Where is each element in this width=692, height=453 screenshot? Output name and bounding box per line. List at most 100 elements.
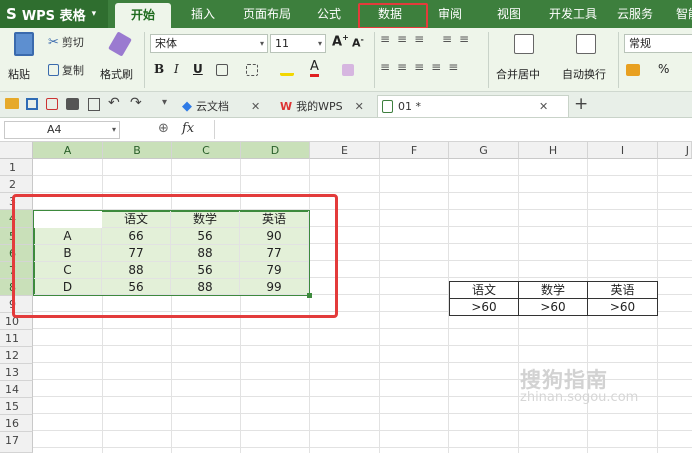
row-header[interactable]: 1 (0, 159, 33, 176)
tab-label: 01 * (398, 100, 421, 113)
tab-developer[interactable]: 开发工具 (542, 0, 604, 28)
new-tab-button[interactable]: + (574, 94, 588, 114)
sheet-icon (382, 100, 393, 113)
tab-label: 我的WPS (296, 100, 343, 113)
decrease-font-icon[interactable]: A- (352, 35, 364, 50)
cut-button[interactable]: ✂ 剪切 (48, 34, 84, 50)
column-header[interactable]: E (310, 142, 380, 159)
row-header[interactable]: 14 (0, 381, 33, 398)
criteria-header-cell[interactable]: 语文 (449, 281, 519, 299)
print-preview-icon[interactable] (88, 98, 100, 111)
close-icon[interactable]: ✕ (355, 100, 364, 113)
redo-icon[interactable]: ↷ (130, 95, 142, 111)
tab-cloud-doc[interactable]: ◆ 云文档 ✕ (182, 95, 277, 117)
tab-page-layout[interactable]: 页面布局 (236, 0, 298, 28)
chevron-down-icon[interactable]: ▾ (162, 97, 167, 108)
column-header[interactable]: A (33, 142, 103, 159)
ribbon-toolbar: 粘贴 ✂ 剪切 复制 格式刷 宋体 ▾ 11 ▾ A+ A- B I U A ≡… (0, 28, 692, 92)
tab-review[interactable]: 审阅 (425, 0, 475, 28)
watermark-brand: 搜狗指南 (520, 368, 608, 392)
tab-home[interactable]: 开始 (115, 3, 171, 28)
clipboard-icon (14, 32, 34, 56)
column-header[interactable]: H (519, 142, 588, 159)
percent-button[interactable]: % (658, 62, 669, 76)
criteria-value-cell[interactable]: >60 (449, 298, 519, 316)
vertical-align-icons[interactable]: ≡≡≡ ≡≡ (380, 32, 480, 52)
cut-label: 剪切 (61, 36, 84, 49)
increase-font-icon[interactable]: A+ (332, 33, 349, 49)
chevron-down-icon: ▾ (111, 125, 116, 134)
number-format-select[interactable]: 常规 (624, 34, 692, 53)
font-name-select[interactable]: 宋体 ▾ (150, 34, 268, 53)
close-icon[interactable]: ✕ (251, 100, 260, 113)
format-painter-label: 格式刷 (100, 68, 133, 81)
column-header[interactable]: G (449, 142, 519, 159)
underline-icon[interactable]: U (193, 62, 203, 76)
clear-format-icon[interactable] (342, 64, 354, 76)
copy-button[interactable]: 复制 (48, 62, 84, 78)
copy-icon (48, 64, 59, 76)
column-header[interactable]: C (172, 142, 241, 159)
app-menu-button[interactable]: S WPS 表格 ▾ (0, 0, 108, 28)
row-header[interactable]: 17 (0, 432, 33, 453)
italic-icon[interactable]: I (174, 62, 179, 76)
border-icon[interactable] (216, 64, 228, 76)
tab-cloud-service[interactable]: 云服务 (610, 0, 660, 28)
grid-line (379, 159, 380, 453)
paste-label: 粘贴 (8, 68, 30, 81)
column-header[interactable]: J (658, 142, 692, 159)
criteria-header-cell[interactable]: 数学 (518, 281, 588, 299)
formula-input[interactable] (214, 120, 690, 139)
ribbon-separator (374, 32, 375, 88)
font-size-select[interactable]: 11 ▾ (270, 34, 326, 53)
merge-center-button[interactable]: 合并居中 (496, 32, 554, 86)
close-icon[interactable]: ✕ (539, 100, 548, 113)
copy-label: 复制 (62, 64, 84, 77)
print-icon[interactable] (66, 98, 79, 110)
ribbon-separator (144, 32, 145, 88)
select-all-corner[interactable] (0, 142, 33, 159)
name-box[interactable]: A4 ▾ (4, 121, 120, 139)
horizontal-align-icons[interactable]: ≡≡≡≡≡ (380, 60, 480, 80)
wrap-text-button[interactable]: 自动换行 (562, 32, 614, 86)
save-icon[interactable] (26, 98, 38, 110)
currency-icon[interactable] (626, 64, 640, 76)
row-header[interactable]: 12 (0, 347, 33, 364)
tab-insert[interactable]: 插入 (178, 0, 228, 28)
spreadsheet-grid[interactable]: A B C D E F G H I J 1 2 3 4 5 6 7 8 9 10… (0, 142, 692, 453)
tab-formulas[interactable]: 公式 (304, 0, 354, 28)
cell-style-icon[interactable] (246, 64, 258, 76)
menu-bar: S WPS 表格 ▾ 开始 插入 页面布局 公式 数据 审阅 视图 开发工具 云… (0, 0, 692, 29)
bold-icon[interactable]: B (154, 62, 164, 76)
paste-button[interactable]: 粘贴 (8, 32, 44, 86)
fill-color-icon[interactable] (280, 64, 294, 76)
tab-view[interactable]: 视图 (484, 0, 534, 28)
undo-icon[interactable]: ↶ (108, 95, 120, 111)
criteria-header-cell[interactable]: 英语 (587, 281, 658, 299)
row-header[interactable]: 15 (0, 398, 33, 415)
ribbon-separator (488, 32, 489, 88)
font-color-icon[interactable]: A (310, 60, 319, 77)
tab-workbook[interactable]: 01 * ✕ (377, 95, 569, 117)
column-header[interactable]: I (588, 142, 658, 159)
pdf-export-icon[interactable] (46, 98, 58, 110)
number-format-value: 常规 (629, 37, 651, 50)
zoom-function-icon[interactable]: ⊕ (158, 121, 169, 136)
merge-center-label: 合并居中 (496, 68, 540, 81)
insert-function-button[interactable]: fx (182, 121, 194, 136)
row-header[interactable]: 2 (0, 176, 33, 193)
tab-my-wps[interactable]: W 我的WPS ✕ (280, 95, 375, 117)
column-header[interactable]: B (103, 142, 172, 159)
criteria-value-cell[interactable]: >60 (587, 298, 658, 316)
column-header[interactable]: D (241, 142, 310, 159)
row-header[interactable]: 11 (0, 330, 33, 347)
row-header[interactable]: 16 (0, 415, 33, 432)
format-painter-button[interactable]: 格式刷 (100, 31, 140, 86)
row-header[interactable]: 13 (0, 364, 33, 381)
tab-smart[interactable]: 智能 (668, 0, 692, 28)
merge-cells-icon (514, 34, 534, 54)
criteria-value-cell[interactable]: >60 (518, 298, 588, 316)
column-header[interactable]: F (380, 142, 449, 159)
data-tab-highlight-box (358, 3, 428, 29)
open-folder-icon[interactable] (5, 98, 19, 109)
